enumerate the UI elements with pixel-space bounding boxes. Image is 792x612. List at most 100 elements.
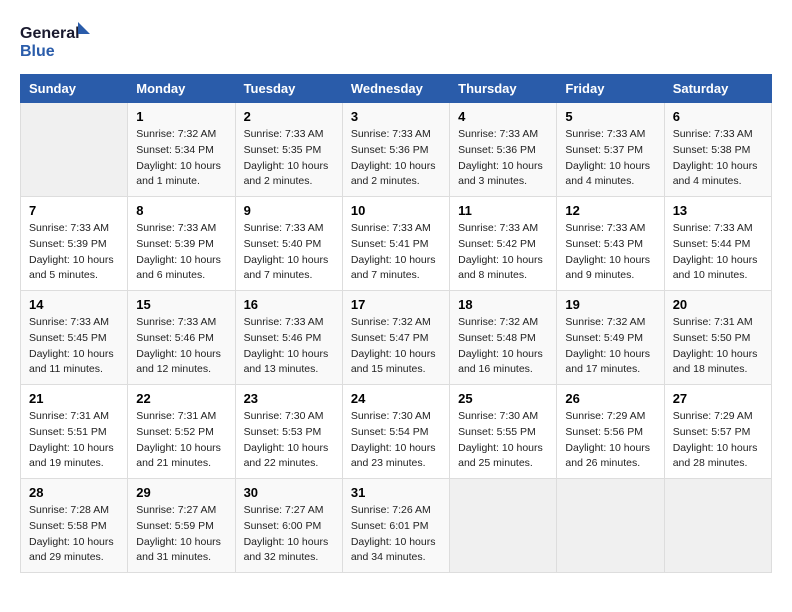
- calendar-cell: 26 Sunrise: 7:29 AMSunset: 5:56 PMDayligh…: [557, 385, 664, 479]
- day-info: Sunrise: 7:33 AMSunset: 5:36 PMDaylight:…: [458, 127, 548, 190]
- day-info: Sunrise: 7:33 AMSunset: 5:45 PMDaylight:…: [29, 315, 119, 378]
- day-number: 27: [673, 391, 763, 406]
- calendar-cell: 21 Sunrise: 7:31 AMSunset: 5:51 PMDayligh…: [21, 385, 128, 479]
- calendar-cell: 27 Sunrise: 7:29 AMSunset: 5:57 PMDayligh…: [664, 385, 771, 479]
- logo-svg: GeneralBlue: [20, 20, 100, 64]
- day-info: Sunrise: 7:33 AMSunset: 5:46 PMDaylight:…: [244, 315, 334, 378]
- calendar-cell: 8 Sunrise: 7:33 AMSunset: 5:39 PMDaylight…: [128, 197, 235, 291]
- day-number: 30: [244, 485, 334, 500]
- day-number: 2: [244, 109, 334, 124]
- calendar-cell: 11 Sunrise: 7:33 AMSunset: 5:42 PMDayligh…: [450, 197, 557, 291]
- day-number: 12: [565, 203, 655, 218]
- calendar-week-row: 7 Sunrise: 7:33 AMSunset: 5:39 PMDaylight…: [21, 197, 772, 291]
- day-info: Sunrise: 7:28 AMSunset: 5:58 PMDaylight:…: [29, 503, 119, 566]
- calendar-cell: 15 Sunrise: 7:33 AMSunset: 5:46 PMDayligh…: [128, 291, 235, 385]
- day-of-week-header: Friday: [557, 75, 664, 103]
- day-info: Sunrise: 7:33 AMSunset: 5:37 PMDaylight:…: [565, 127, 655, 190]
- calendar-cell: [21, 103, 128, 197]
- day-info: Sunrise: 7:32 AMSunset: 5:47 PMDaylight:…: [351, 315, 441, 378]
- day-info: Sunrise: 7:33 AMSunset: 5:43 PMDaylight:…: [565, 221, 655, 284]
- day-number: 7: [29, 203, 119, 218]
- day-number: 24: [351, 391, 441, 406]
- day-info: Sunrise: 7:33 AMSunset: 5:41 PMDaylight:…: [351, 221, 441, 284]
- day-of-week-header: Thursday: [450, 75, 557, 103]
- calendar-cell: 16 Sunrise: 7:33 AMSunset: 5:46 PMDayligh…: [235, 291, 342, 385]
- day-number: 8: [136, 203, 226, 218]
- day-number: 25: [458, 391, 548, 406]
- day-number: 10: [351, 203, 441, 218]
- day-info: Sunrise: 7:33 AMSunset: 5:39 PMDaylight:…: [136, 221, 226, 284]
- day-info: Sunrise: 7:33 AMSunset: 5:42 PMDaylight:…: [458, 221, 548, 284]
- calendar-cell: 22 Sunrise: 7:31 AMSunset: 5:52 PMDayligh…: [128, 385, 235, 479]
- calendar-cell: 25 Sunrise: 7:30 AMSunset: 5:55 PMDayligh…: [450, 385, 557, 479]
- day-number: 14: [29, 297, 119, 312]
- day-number: 11: [458, 203, 548, 218]
- calendar-cell: 31Sunrise: 7:26 AMSunset: 6:01 PMDayligh…: [342, 479, 449, 573]
- day-info: Sunrise: 7:27 AMSunset: 5:59 PMDaylight:…: [136, 503, 226, 566]
- svg-text:General: General: [20, 25, 80, 42]
- day-number: 3: [351, 109, 441, 124]
- day-info: Sunrise: 7:30 AMSunset: 5:55 PMDaylight:…: [458, 409, 548, 472]
- day-info: Sunrise: 7:29 AMSunset: 5:57 PMDaylight:…: [673, 409, 763, 472]
- day-number: 23: [244, 391, 334, 406]
- day-number: 5: [565, 109, 655, 124]
- day-info: Sunrise: 7:27 AMSunset: 6:00 PMDaylight:…: [244, 503, 334, 566]
- day-of-week-header: Wednesday: [342, 75, 449, 103]
- calendar-cell: 2Sunrise: 7:33 AMSunset: 5:35 PMDaylight…: [235, 103, 342, 197]
- calendar-cell: 17 Sunrise: 7:32 AMSunset: 5:47 PMDayligh…: [342, 291, 449, 385]
- calendar-cell: 12 Sunrise: 7:33 AMSunset: 5:43 PMDayligh…: [557, 197, 664, 291]
- calendar-cell: 10 Sunrise: 7:33 AMSunset: 5:41 PMDayligh…: [342, 197, 449, 291]
- day-info: Sunrise: 7:33 AMSunset: 5:44 PMDaylight:…: [673, 221, 763, 284]
- calendar-cell: 7 Sunrise: 7:33 AMSunset: 5:39 PMDaylight…: [21, 197, 128, 291]
- day-info: Sunrise: 7:33 AMSunset: 5:38 PMDaylight:…: [673, 127, 763, 190]
- day-number: 28: [29, 485, 119, 500]
- calendar-cell: 3 Sunrise: 7:33 AMSunset: 5:36 PMDaylight…: [342, 103, 449, 197]
- day-info: Sunrise: 7:33 AMSunset: 5:36 PMDaylight:…: [351, 127, 441, 190]
- calendar-table: SundayMondayTuesdayWednesdayThursdayFrid…: [20, 74, 772, 573]
- day-info: Sunrise: 7:29 AMSunset: 5:56 PMDaylight:…: [565, 409, 655, 472]
- day-number: 16: [244, 297, 334, 312]
- day-number: 15: [136, 297, 226, 312]
- day-number: 31: [351, 485, 441, 500]
- calendar-cell: 13 Sunrise: 7:33 AMSunset: 5:44 PMDayligh…: [664, 197, 771, 291]
- calendar-header-row: SundayMondayTuesdayWednesdayThursdayFrid…: [21, 75, 772, 103]
- day-number: 18: [458, 297, 548, 312]
- calendar-cell: 9Sunrise: 7:33 AMSunset: 5:40 PMDaylight…: [235, 197, 342, 291]
- calendar-cell: [450, 479, 557, 573]
- calendar-cell: [557, 479, 664, 573]
- day-number: 19: [565, 297, 655, 312]
- calendar-cell: 20 Sunrise: 7:31 AMSunset: 5:50 PMDayligh…: [664, 291, 771, 385]
- calendar-cell: 23 Sunrise: 7:30 AMSunset: 5:53 PMDayligh…: [235, 385, 342, 479]
- day-info: Sunrise: 7:32 AMSunset: 5:34 PMDaylight:…: [136, 127, 226, 190]
- day-info: Sunrise: 7:30 AMSunset: 5:53 PMDaylight:…: [244, 409, 334, 472]
- day-info: Sunrise: 7:33 AMSunset: 5:46 PMDaylight:…: [136, 315, 226, 378]
- day-number: 21: [29, 391, 119, 406]
- calendar-cell: 28 Sunrise: 7:28 AMSunset: 5:58 PMDayligh…: [21, 479, 128, 573]
- day-number: 22: [136, 391, 226, 406]
- day-number: 26: [565, 391, 655, 406]
- calendar-cell: 29 Sunrise: 7:27 AMSunset: 5:59 PMDayligh…: [128, 479, 235, 573]
- day-number: 6: [673, 109, 763, 124]
- day-info: Sunrise: 7:31 AMSunset: 5:51 PMDaylight:…: [29, 409, 119, 472]
- day-info: Sunrise: 7:33 AMSunset: 5:40 PMDaylight:…: [244, 221, 334, 284]
- day-of-week-header: Tuesday: [235, 75, 342, 103]
- day-number: 1: [136, 109, 226, 124]
- day-info: Sunrise: 7:31 AMSunset: 5:52 PMDaylight:…: [136, 409, 226, 472]
- calendar-week-row: 28 Sunrise: 7:28 AMSunset: 5:58 PMDayligh…: [21, 479, 772, 573]
- day-info: Sunrise: 7:31 AMSunset: 5:50 PMDaylight:…: [673, 315, 763, 378]
- page-header: GeneralBlue: [20, 20, 772, 64]
- day-number: 29: [136, 485, 226, 500]
- day-of-week-header: Sunday: [21, 75, 128, 103]
- calendar-week-row: 21 Sunrise: 7:31 AMSunset: 5:51 PMDayligh…: [21, 385, 772, 479]
- day-number: 20: [673, 297, 763, 312]
- calendar-cell: 14 Sunrise: 7:33 AMSunset: 5:45 PMDayligh…: [21, 291, 128, 385]
- day-info: Sunrise: 7:32 AMSunset: 5:49 PMDaylight:…: [565, 315, 655, 378]
- calendar-cell: 19 Sunrise: 7:32 AMSunset: 5:49 PMDayligh…: [557, 291, 664, 385]
- svg-text:Blue: Blue: [20, 43, 55, 60]
- logo: GeneralBlue: [20, 20, 100, 64]
- day-info: Sunrise: 7:33 AMSunset: 5:39 PMDaylight:…: [29, 221, 119, 284]
- calendar-cell: 1 Sunrise: 7:32 AMSunset: 5:34 PMDaylight…: [128, 103, 235, 197]
- calendar-cell: 24Sunrise: 7:30 AMSunset: 5:54 PMDayligh…: [342, 385, 449, 479]
- day-number: 13: [673, 203, 763, 218]
- day-number: 17: [351, 297, 441, 312]
